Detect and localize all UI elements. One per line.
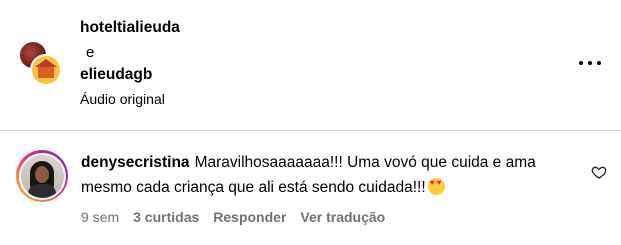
avatar-elieudagb[interactable] [30, 54, 62, 86]
divider [0, 130, 621, 131]
comment-avatar[interactable] [16, 150, 68, 202]
audio-link[interactable]: Áudio original [80, 91, 165, 107]
house-logo-icon [35, 59, 57, 78]
comment-age: 9 sem [81, 209, 120, 225]
profile-photo [20, 154, 64, 198]
post-header: hoteltialieuda e elieudagb Áudio origina… [0, 0, 621, 130]
heart-outline-icon[interactable] [591, 164, 607, 180]
more-options-icon[interactable] [579, 58, 601, 68]
collab-avatars[interactable] [18, 40, 62, 86]
comment-meta: 9 sem 3 curtidas Responder Ver tradução [81, 209, 385, 225]
reply-button[interactable]: Responder [213, 209, 286, 225]
translate-button[interactable]: Ver tradução [300, 209, 385, 225]
author-separator: e [86, 44, 95, 61]
heart-eyes-emoji-icon [427, 178, 445, 195]
likes-count-link[interactable]: 3 curtidas [133, 209, 199, 225]
comment-username[interactable]: denysecristina [81, 154, 190, 171]
author-link-1[interactable]: hoteltialieuda [80, 19, 180, 37]
comment-body: denysecristina Maravilhosaaaaaaa!!! Uma v… [81, 150, 561, 200]
author-link-2[interactable]: elieudagb [80, 66, 152, 84]
